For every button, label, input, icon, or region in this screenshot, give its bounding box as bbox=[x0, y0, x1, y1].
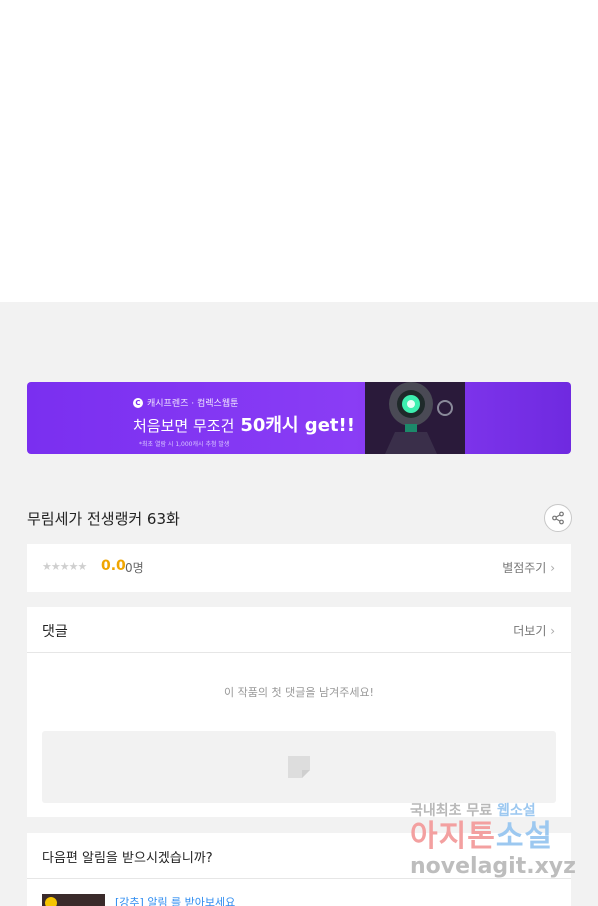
comment-header: 댓글 더보기 › bbox=[27, 607, 571, 653]
watermark-line2-text: 아지톤 bbox=[410, 819, 496, 854]
watermark-line1-text: 국내최초 무료 bbox=[410, 803, 493, 819]
c-logo-icon: C bbox=[133, 397, 143, 408]
notify-question: 다음편 알림을 받으시겠습니까? bbox=[42, 851, 213, 866]
rate-button-label: 별점주기 bbox=[502, 561, 547, 575]
share-icon bbox=[552, 511, 564, 525]
notify-thumbnail[interactable] bbox=[42, 894, 105, 906]
share-button[interactable] bbox=[544, 504, 572, 532]
rating-score: 0.0 bbox=[101, 558, 126, 574]
watermark-line1-highlight: 웹소설 bbox=[497, 803, 536, 819]
rating-count: 0명 bbox=[125, 561, 144, 575]
content-blank-area bbox=[0, 0, 598, 302]
banner-note: *최초 열람 시 1,000캐시 추첨 발생 bbox=[139, 441, 230, 448]
site-watermark: 국내최초 무료 웹소설 아지톤소설 novelagit.xyz bbox=[410, 800, 580, 880]
comment-more-label: 더보기 bbox=[513, 624, 547, 638]
promo-banner[interactable]: C 캐시프렌즈 · 컴렉스웹툰 처음보면 무조건 50캐시 get!! *최초 열… bbox=[27, 382, 571, 454]
banner-headline: 처음보면 무조건 50캐시 get!! bbox=[133, 411, 355, 437]
watermark-url: novelagit.xyz bbox=[410, 854, 576, 879]
notify-link[interactable]: [강추] 알림 를 받아보세요 bbox=[115, 894, 235, 906]
banner-headline-sub: 처음보면 무조건 bbox=[133, 417, 235, 435]
rating-stars: ★★★★★ bbox=[42, 560, 87, 573]
watermark-line2-blue: 소설 bbox=[495, 819, 554, 854]
banner-character-art bbox=[365, 382, 465, 454]
banner-headline-main: 50캐시 get!! bbox=[240, 415, 355, 436]
comment-more-button[interactable]: 더보기 › bbox=[513, 622, 555, 639]
comment-title: 댓글 bbox=[42, 624, 68, 640]
rate-button[interactable]: 별점주기 › bbox=[502, 559, 555, 576]
empty-comment-message: 이 작품의 첫 댓글을 남겨주세요! bbox=[224, 686, 374, 699]
banner-brand-text: 캐시프렌즈 · 컴렉스웹툰 bbox=[147, 399, 239, 409]
rating-card: ★★★★★ 0.0 0명 별점주기 › bbox=[27, 544, 571, 592]
chevron-right-icon: › bbox=[550, 624, 555, 638]
watermark-line2: 아지톤소설 bbox=[410, 820, 580, 854]
comment-section: 댓글 더보기 › 이 작품의 첫 댓글을 남겨주세요! bbox=[27, 607, 571, 817]
chevron-right-icon: › bbox=[550, 561, 555, 575]
comment-input-box[interactable] bbox=[42, 731, 556, 803]
image-placeholder-icon bbox=[288, 756, 310, 778]
watermark-line1: 국내최초 무료 웹소설 bbox=[410, 800, 580, 820]
episode-title: 무림세가 전생랭커 63화 bbox=[27, 510, 180, 528]
clock-icon bbox=[45, 897, 57, 906]
banner-brand: C 캐시프렌즈 · 컴렉스웹툰 bbox=[133, 396, 238, 409]
